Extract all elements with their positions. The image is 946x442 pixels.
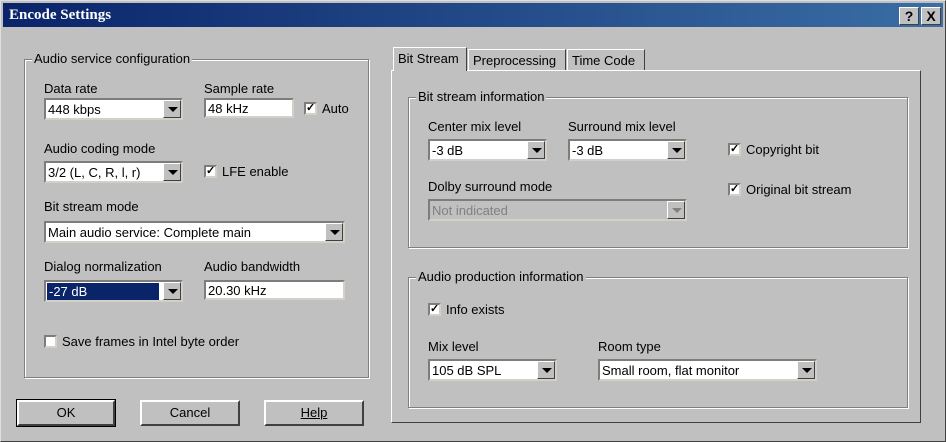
help-button-label: Help	[300, 405, 328, 420]
auto-checkbox[interactable]: ✓	[304, 102, 317, 115]
room-type-select[interactable]: Small room, flat monitor	[598, 359, 817, 381]
dialog-norm-select[interactable]: -27 dB	[44, 280, 183, 302]
center-mix-label: Center mix level	[428, 119, 522, 134]
copyright-checkbox[interactable]: ✓	[728, 143, 741, 156]
bit-stream-mode-select[interactable]: Main audio service: Complete main	[44, 221, 345, 243]
bandwidth-value: 20.30 kHz	[208, 283, 267, 298]
tab-time-code[interactable]: Time Code	[567, 49, 645, 71]
copyright-label: Copyright bit	[746, 142, 819, 157]
save-frames-label: Save frames in Intel byte order	[62, 334, 240, 349]
surround-mix-value: -3 dB	[572, 143, 604, 158]
bandwidth-field[interactable]: 20.30 kHz	[204, 280, 345, 300]
dolby-surround-label: Dolby surround mode	[428, 179, 553, 194]
sample-rate-label: Sample rate	[204, 81, 275, 96]
info-exists-label: Info exists	[446, 302, 505, 317]
close-icon[interactable]: X	[921, 7, 941, 25]
help-title-button[interactable]: ?	[899, 7, 919, 25]
sample-rate-field[interactable]: 48 kHz	[204, 98, 294, 118]
data-rate-value: 448 kbps	[48, 102, 101, 117]
bit-stream-mode-value: Main audio service: Complete main	[48, 225, 252, 240]
help-button[interactable]: Help	[264, 400, 364, 426]
surround-mix-label: Surround mix level	[568, 119, 676, 134]
center-mix-value: -3 dB	[432, 143, 464, 158]
chevron-down-icon[interactable]	[667, 141, 685, 159]
dialog-norm-label: Dialog normalization	[44, 259, 162, 274]
coding-mode-label: Audio coding mode	[44, 141, 156, 156]
ok-button[interactable]: OK	[16, 399, 116, 427]
surround-mix-select[interactable]: -3 dB	[568, 139, 687, 161]
coding-mode-select[interactable]: 3/2 (L, C, R, l, r)	[44, 161, 183, 183]
room-type-label: Room type	[598, 339, 661, 354]
lfe-checkbox[interactable]: ✓	[204, 165, 217, 178]
lfe-label: LFE enable	[222, 164, 289, 179]
window-title: Encode Settings	[9, 7, 112, 23]
audio-service-legend: Audio service configuration	[32, 51, 193, 66]
cancel-button[interactable]: Cancel	[140, 400, 240, 426]
sample-rate-value: 48 kHz	[208, 101, 249, 116]
bit-stream-mode-label: Bit stream mode	[44, 199, 139, 214]
save-frames-checkbox[interactable]	[44, 335, 57, 348]
chevron-down-icon[interactable]	[537, 361, 555, 379]
bit-stream-info-legend: Bit stream information	[416, 89, 547, 104]
coding-mode-value: 3/2 (L, C, R, l, r)	[48, 165, 141, 180]
chevron-down-icon[interactable]	[163, 100, 181, 118]
info-exists-checkbox[interactable]: ✓	[428, 303, 441, 316]
tab-preprocessing[interactable]: Preprocessing	[468, 49, 566, 71]
chevron-down-icon[interactable]	[163, 163, 181, 181]
tab-bit-stream[interactable]: Bit Stream	[393, 47, 467, 71]
mix-level-label: Mix level	[428, 339, 479, 354]
data-rate-select[interactable]: 448 kbps	[44, 98, 183, 120]
auto-label: Auto	[322, 101, 349, 116]
encode-settings-window: Encode Settings ? X Audio service config…	[0, 0, 946, 442]
original-checkbox[interactable]: ✓	[728, 183, 741, 196]
room-type-value: Small room, flat monitor	[602, 363, 740, 378]
chevron-down-icon[interactable]	[797, 361, 815, 379]
chevron-down-icon[interactable]	[163, 282, 181, 300]
mix-level-select[interactable]: 105 dB SPL	[428, 359, 557, 381]
title-bar[interactable]: Encode Settings ? X	[3, 3, 943, 27]
center-mix-select[interactable]: -3 dB	[428, 139, 547, 161]
dialog-norm-value: -27 dB	[47, 283, 159, 300]
dolby-surround-value: Not indicated	[432, 203, 508, 218]
original-label: Original bit stream	[746, 182, 852, 197]
production-info-legend: Audio production information	[416, 269, 586, 284]
data-rate-label: Data rate	[44, 81, 98, 96]
dolby-surround-select: Not indicated	[428, 199, 687, 221]
chevron-down-icon[interactable]	[527, 141, 545, 159]
chevron-down-icon	[667, 201, 685, 219]
mix-level-value: 105 dB SPL	[432, 363, 502, 378]
chevron-down-icon[interactable]	[325, 223, 343, 241]
bandwidth-label: Audio bandwidth	[204, 259, 301, 274]
